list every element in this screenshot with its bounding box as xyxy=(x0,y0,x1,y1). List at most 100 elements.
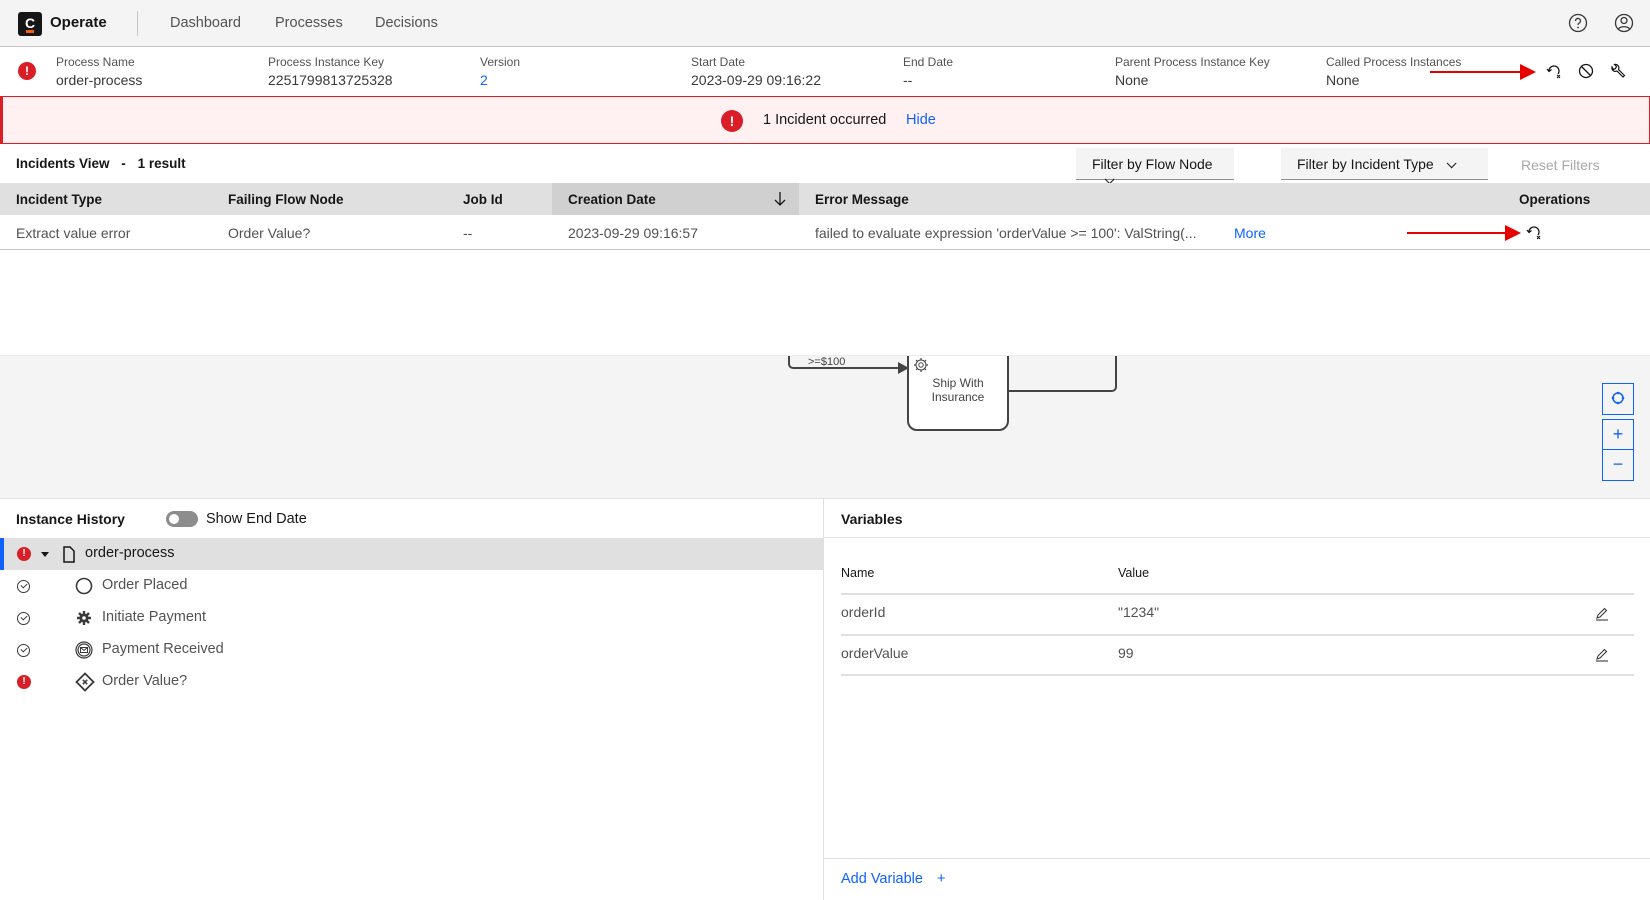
retry-icon[interactable] xyxy=(1545,62,1563,80)
exclusive-gateway-icon xyxy=(75,672,95,692)
history-item-label: Order Value? xyxy=(102,673,188,689)
variable-value-ordervalue: 99 xyxy=(1118,645,1134,661)
add-variable-button[interactable]: Add Variable + xyxy=(841,871,945,887)
chevron-down-icon xyxy=(1446,158,1457,169)
reset-filters-button[interactable]: Reset Filters xyxy=(1521,157,1600,173)
filter-incident-type-dropdown[interactable]: Filter by Incident Type xyxy=(1281,148,1488,180)
divider xyxy=(824,537,1650,538)
incident-type-cell: Extract value error xyxy=(16,225,131,241)
app-name[interactable]: Operate xyxy=(50,14,107,31)
row-divider xyxy=(841,674,1634,676)
filter-flow-node-dropdown[interactable]: Filter by Flow Node xyxy=(1076,148,1234,185)
header-divider xyxy=(137,11,138,36)
banner-error-icon: ! xyxy=(721,110,743,132)
process-name-value: order-process xyxy=(56,72,143,88)
instance-key-value: 2251799813725328 xyxy=(268,72,393,88)
start-date-label: Start Date xyxy=(691,55,746,69)
add-variable-label: Add Variable xyxy=(841,871,923,887)
task-label-line2: Insurance xyxy=(932,390,985,404)
annotation-arrow xyxy=(1407,225,1521,241)
incident-count-text: 1 Incident occurred xyxy=(763,112,887,128)
parent-key-label: Parent Process Instance Key xyxy=(1115,55,1270,69)
variable-value-orderid: "1234" xyxy=(1118,604,1160,620)
filter-flow-node-label: Filter by Flow Node xyxy=(1092,156,1213,172)
incident-row[interactable]: Extract value error Order Value? -- 2023… xyxy=(0,215,1650,250)
failing-node-cell: Order Value? xyxy=(228,225,311,241)
called-instances-value: None xyxy=(1326,72,1360,88)
history-item-order-process[interactable]: ! order-process xyxy=(0,538,824,570)
diagram-canvas: >=$100 Ship With Insurance xyxy=(788,356,1117,431)
history-item-order-placed[interactable]: Order Placed xyxy=(0,570,824,602)
help-icon[interactable] xyxy=(1567,12,1589,34)
incidents-view-label: Incidents View xyxy=(16,156,110,171)
variable-name-orderid: orderId xyxy=(841,604,886,620)
completed-check-icon xyxy=(17,644,30,657)
col-creation-date[interactable]: Creation Date xyxy=(568,192,656,207)
col-incident-type[interactable]: Incident Type xyxy=(16,192,102,207)
col-job-id[interactable]: Job Id xyxy=(463,192,503,207)
user-profile-icon[interactable] xyxy=(1613,12,1635,34)
modify-icon[interactable] xyxy=(1609,62,1627,80)
history-item-payment-received[interactable]: Payment Received xyxy=(0,634,824,666)
zoom-in-button[interactable]: + xyxy=(1602,419,1634,451)
hide-incidents-link[interactable]: Hide xyxy=(906,112,936,128)
row-divider xyxy=(841,634,1634,636)
filter-incident-type-label: Filter by Incident Type xyxy=(1297,156,1434,172)
start-event-icon xyxy=(75,577,93,595)
camunda-logo[interactable]: C xyxy=(18,12,42,36)
creation-date-cell: 2023-09-29 09:16:57 xyxy=(568,225,698,241)
sort-arrow-down-icon[interactable] xyxy=(773,191,787,207)
message-event-icon xyxy=(75,641,93,659)
instance-header: ! Process Name order-process Process Ins… xyxy=(0,47,1650,96)
incidents-view-title: Incidents View - 1 result xyxy=(16,156,186,171)
nav-processes[interactable]: Processes xyxy=(275,15,343,31)
service-task-icon xyxy=(77,611,91,625)
history-item-order-value[interactable]: ! Order Value? xyxy=(0,666,824,698)
nav-dashboard[interactable]: Dashboard xyxy=(170,15,241,31)
flow-condition-label: >=$100 xyxy=(808,356,845,368)
instance-history-title: Instance History xyxy=(16,511,125,527)
history-item-label: order-process xyxy=(85,545,175,561)
app-header: C Operate Dashboard Processes Decisions xyxy=(0,0,1650,47)
job-id-cell: -- xyxy=(463,225,473,241)
row-divider xyxy=(841,593,1634,595)
parent-key-value: None xyxy=(1115,72,1149,88)
history-item-label: Initiate Payment xyxy=(102,609,206,625)
version-link[interactable]: 2 xyxy=(480,72,488,88)
variables-title: Variables xyxy=(841,511,903,527)
edit-variable-icon[interactable] xyxy=(1595,607,1609,621)
instance-key-label: Process Instance Key xyxy=(268,55,385,69)
variables-panel: Variables xyxy=(824,498,1650,900)
process-name-label: Process Name xyxy=(56,55,135,69)
nav-decisions[interactable]: Decisions xyxy=(375,15,438,31)
caret-down-icon[interactable] xyxy=(40,551,50,558)
zoom-out-button[interactable]: − xyxy=(1602,449,1634,481)
show-end-date-label: Show End Date xyxy=(206,511,307,527)
completed-check-icon xyxy=(17,580,30,593)
incident-icon: ! xyxy=(17,675,31,689)
col-failing-flow-node[interactable]: Failing Flow Node xyxy=(228,192,344,207)
called-instances-label: Called Process Instances xyxy=(1326,55,1462,69)
plus-icon: + xyxy=(936,871,946,887)
add-variable-divider xyxy=(824,858,1650,859)
start-date-value: 2023-09-29 09:16:22 xyxy=(691,72,821,88)
edit-variable-icon[interactable] xyxy=(1595,648,1609,662)
end-date-value: -- xyxy=(903,72,913,88)
col-operations: Operations xyxy=(1519,192,1591,207)
history-item-initiate-payment[interactable]: Initiate Payment xyxy=(0,602,824,634)
more-link[interactable]: More xyxy=(1234,225,1266,241)
bpmn-diagram[interactable]: >=$100 Ship With Insurance + − xyxy=(0,355,1650,498)
cancel-icon[interactable] xyxy=(1577,62,1595,80)
col-error-message[interactable]: Error Message xyxy=(815,192,909,207)
retry-incident-icon[interactable] xyxy=(1525,223,1543,241)
reset-diagram-zoom-button[interactable] xyxy=(1602,383,1634,415)
incident-state-icon: ! xyxy=(18,62,36,80)
task-label-line1: Ship With xyxy=(932,376,983,390)
diagram-top-space xyxy=(0,250,1650,355)
incidents-result-count: 1 result xyxy=(137,156,186,171)
document-icon xyxy=(63,546,75,563)
show-end-date-toggle[interactable] xyxy=(166,511,198,527)
history-item-label: Order Placed xyxy=(102,577,188,593)
completed-check-icon xyxy=(17,612,30,625)
variable-name-ordervalue: orderValue xyxy=(841,645,909,661)
